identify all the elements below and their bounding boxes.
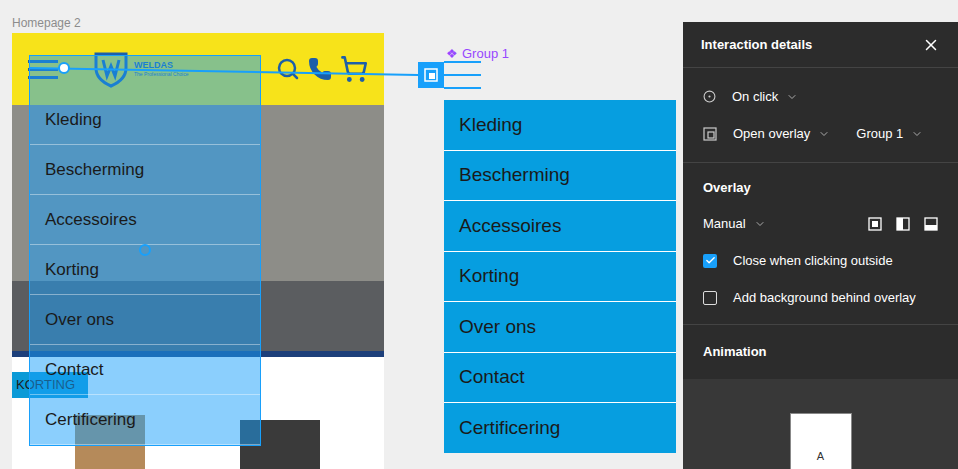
- chevron-icon: [911, 128, 923, 140]
- animation-heading: Animation: [683, 325, 958, 379]
- group-menu-item[interactable]: Korting: [444, 252, 676, 302]
- phone-icon[interactable]: [308, 57, 332, 81]
- chevron-icon: [786, 91, 798, 103]
- overlay-node[interactable]: [418, 62, 444, 88]
- search-icon[interactable]: [276, 57, 300, 81]
- checkbox[interactable]: [703, 291, 717, 305]
- figma-canvas: Homepage 2WELDASThe Professional ChoiceK…: [0, 0, 958, 469]
- chevron-icon: [754, 218, 766, 230]
- interaction-panel: Interaction details On clickOpen overlayG…: [683, 22, 958, 469]
- checkbox[interactable]: [703, 254, 717, 268]
- menu-item[interactable]: Bescherming: [30, 145, 260, 195]
- animation-preview: A: [683, 379, 958, 469]
- frame-label[interactable]: Homepage 2: [12, 14, 81, 32]
- group-menu-item[interactable]: Bescherming: [444, 151, 676, 201]
- action-select[interactable]: Open overlayGroup 1: [683, 115, 958, 152]
- menu-item[interactable]: Certificering: [30, 395, 260, 445]
- chevron-icon: [818, 128, 830, 140]
- menu-item[interactable]: Accessoires: [30, 195, 260, 245]
- overlay-option[interactable]: Close when clicking outside: [683, 242, 958, 279]
- overlay-option[interactable]: Add background behind overlay: [683, 279, 958, 316]
- panel-title: Interaction details: [701, 35, 812, 55]
- destination-select[interactable]: Group 1: [856, 124, 903, 144]
- group-menu-item[interactable]: Accessoires: [444, 201, 676, 251]
- open-overlay-icon: [703, 127, 717, 141]
- group-menu-item[interactable]: Certificering: [444, 403, 676, 453]
- position-bottom-icon[interactable]: [924, 217, 938, 231]
- component-label[interactable]: ❖Group 1: [446, 44, 509, 64]
- trigger-select[interactable]: On click: [683, 78, 958, 115]
- check-icon: [705, 255, 716, 266]
- position-center-icon[interactable]: [868, 217, 882, 231]
- position-left-icon[interactable]: [896, 217, 910, 231]
- menu-item[interactable]: Kleding: [30, 95, 260, 145]
- group-menu-item[interactable]: Kleding: [444, 100, 676, 150]
- group-menu-item[interactable]: Over ons: [444, 302, 676, 352]
- group-menu[interactable]: KledingBeschermingAccessoiresKortingOver…: [444, 100, 676, 453]
- position-select[interactable]: Manual: [683, 205, 958, 242]
- group-menu-item[interactable]: Contact: [444, 353, 676, 403]
- trigger-icon: [703, 90, 716, 103]
- menu-item[interactable]: Contact: [30, 345, 260, 395]
- menu-item[interactable]: Over ons: [30, 295, 260, 345]
- menu-hotspot[interactable]: KledingBeschermingAccessoiresKortingOver…: [29, 55, 261, 446]
- cart-icon[interactable]: [340, 55, 368, 83]
- close-icon[interactable]: [922, 36, 940, 54]
- overlay-heading: Overlay: [683, 171, 958, 205]
- overlay-icon: [424, 68, 438, 82]
- menu-item[interactable]: Korting: [30, 245, 260, 295]
